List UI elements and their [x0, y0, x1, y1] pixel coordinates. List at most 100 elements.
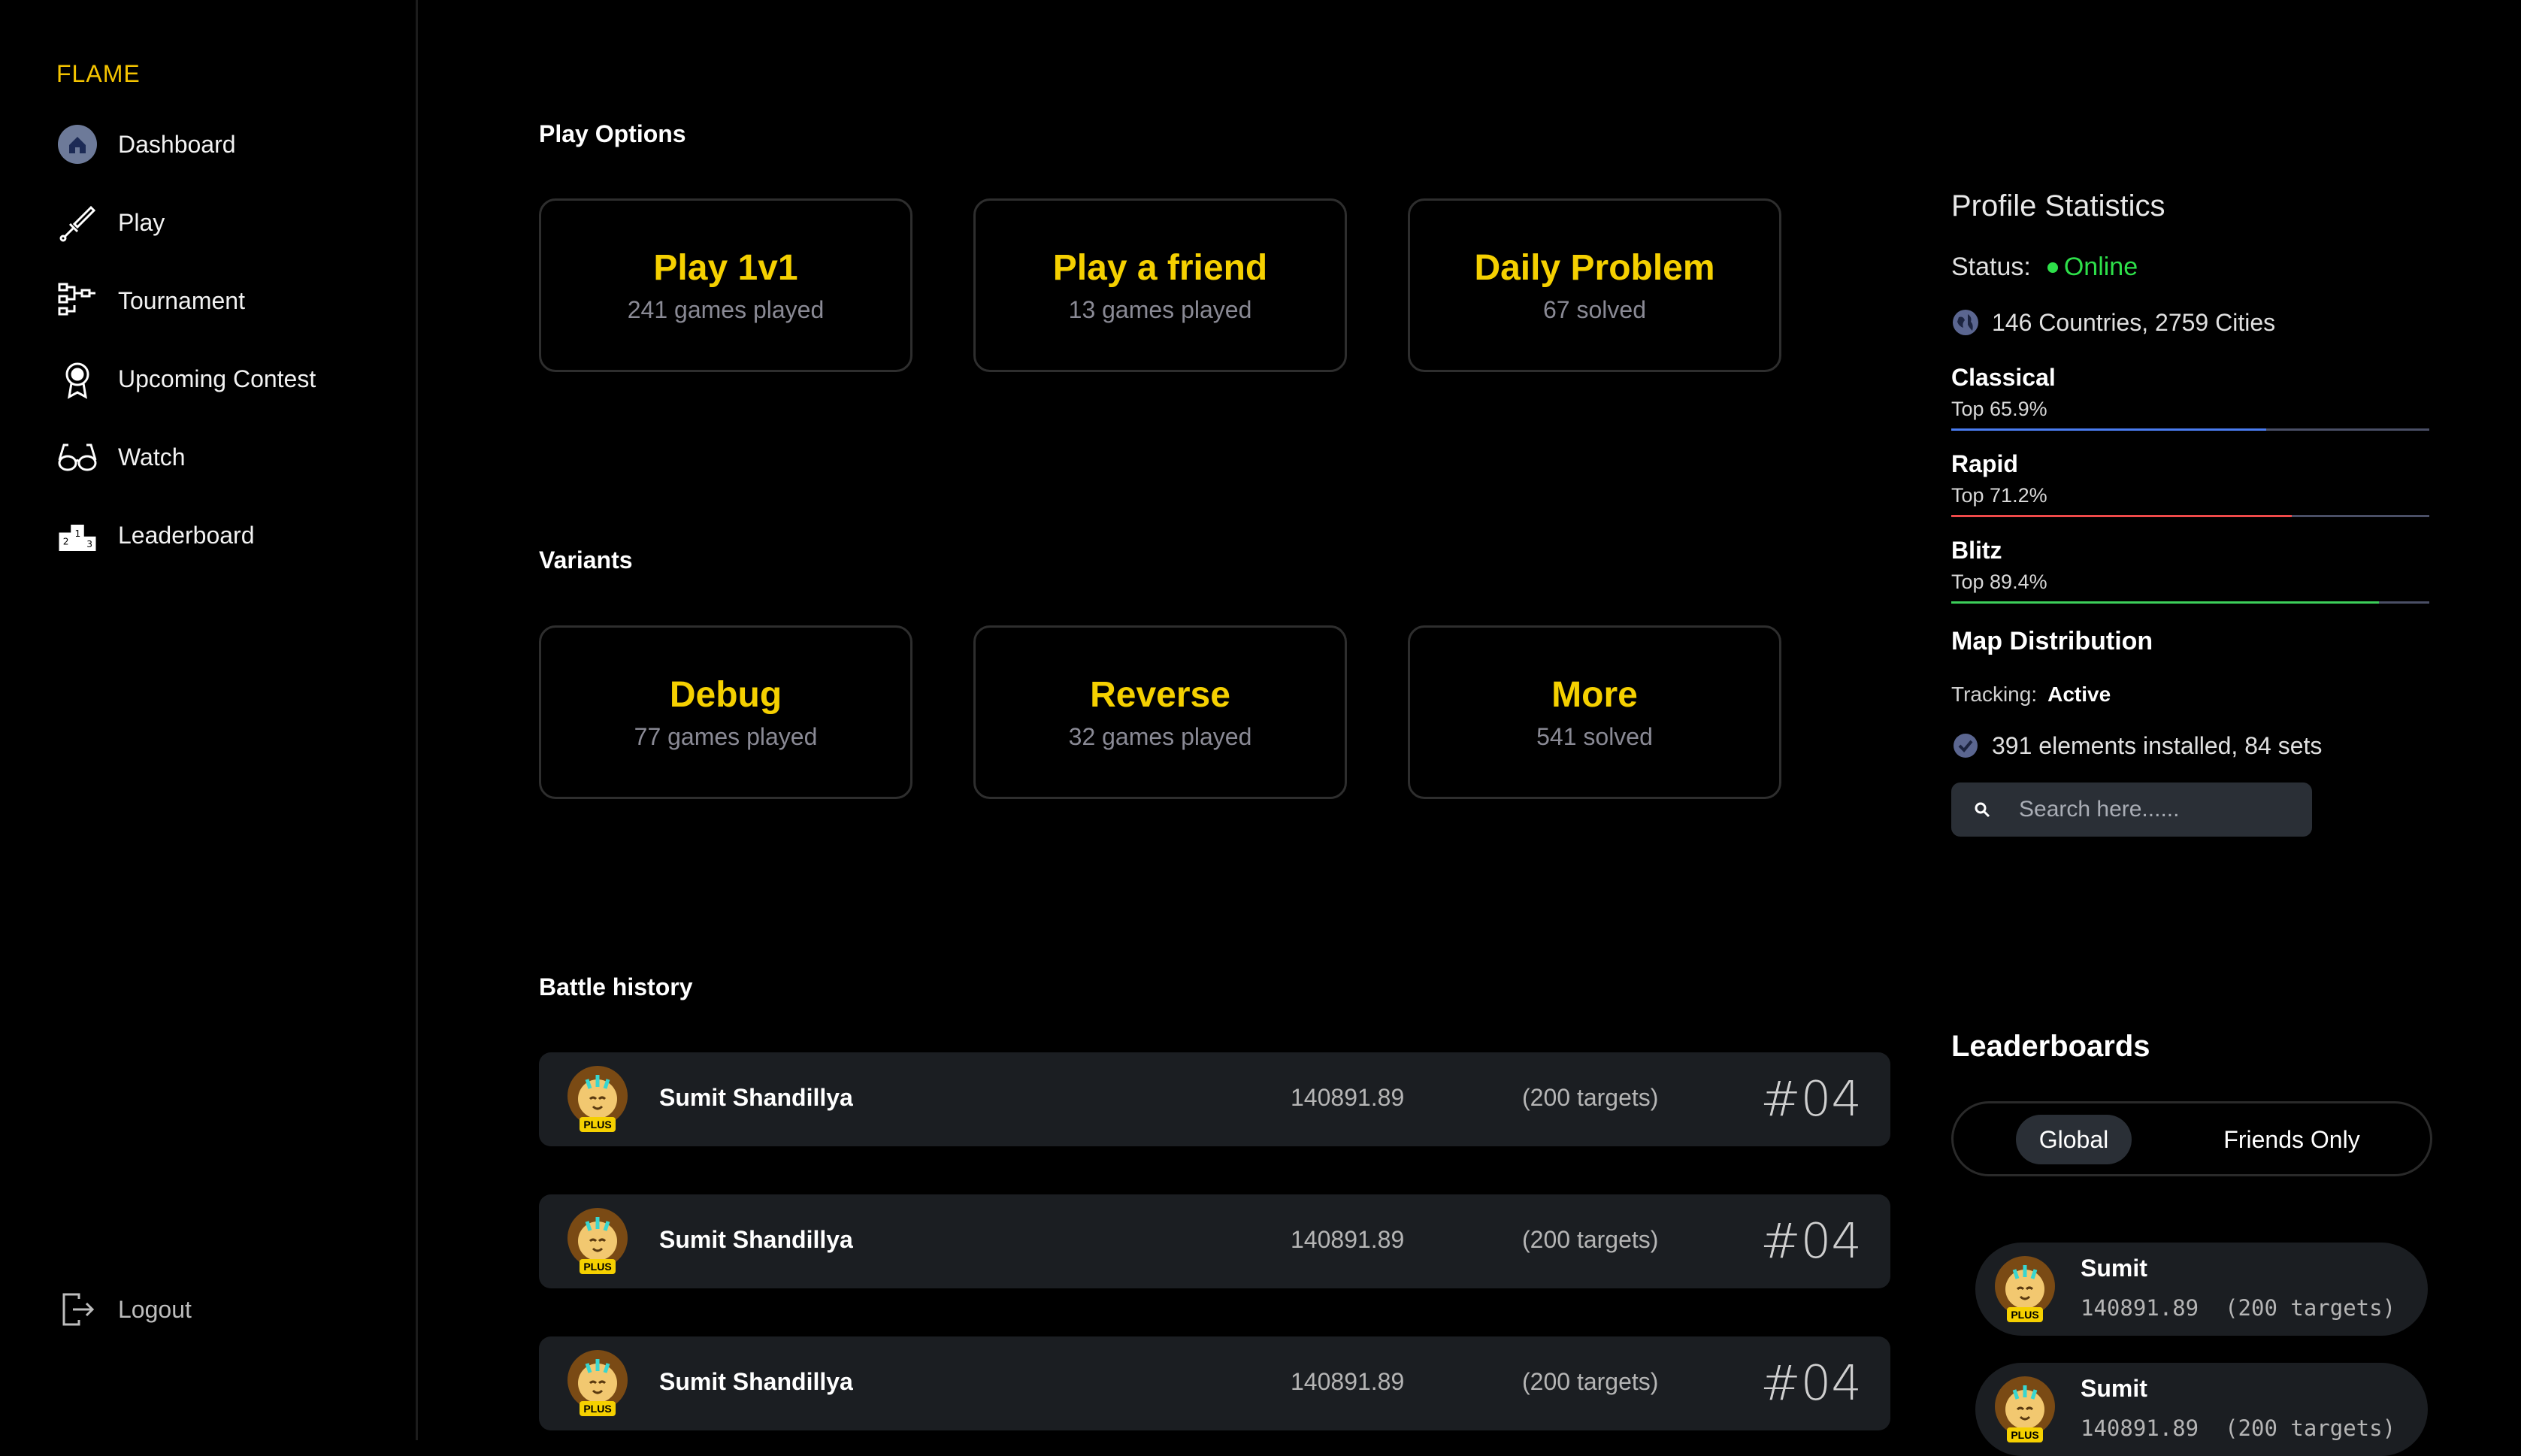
tracking-row: Tracking: Active [1951, 683, 2111, 707]
sword-icon [56, 201, 98, 244]
profile-statistics-title: Profile Statistics [1951, 189, 2165, 222]
status-label: Status: [1951, 253, 2031, 281]
card-title: More [1551, 674, 1638, 715]
player-rank: #04 [1760, 1072, 1862, 1128]
leaderboard-tabs: Global Friends Only [1951, 1101, 2432, 1176]
player-score: 140891.89 [1291, 1226, 1405, 1253]
online-dot-icon [2047, 262, 2058, 273]
card-subtitle: 13 games played [1068, 295, 1252, 323]
avatar: PLUS [567, 1208, 628, 1274]
avatar-badge-text: PLUS [2011, 1309, 2038, 1321]
avatar: PLUS [567, 1066, 628, 1132]
player-stats: 140891.89 (200 targets) [2081, 1295, 2395, 1321]
logout-label: Logout [118, 1295, 192, 1323]
stat-progress-fill [1951, 515, 2292, 517]
brand-logo[interactable]: FLAME [56, 60, 141, 88]
home-icon [56, 123, 98, 165]
tracking-value: Active [2047, 683, 2111, 706]
right-panel: Profile Statistics Status: Online 146 Co… [1951, 0, 2477, 1456]
avatar: PLUS [1995, 1376, 2055, 1442]
card-title: Play a friend [1052, 247, 1268, 288]
player-stats: 140891.89 (200 targets) [2081, 1415, 2395, 1441]
reverse-card[interactable]: Reverse 32 games played [973, 625, 1347, 799]
sidebar-item-label: Upcoming Contest [118, 365, 316, 392]
location-row: 146 Countries, 2759 Cities [1951, 308, 2275, 337]
search-input[interactable] [2019, 797, 2305, 822]
status-row: Status: Online [1951, 253, 2138, 282]
avatar-badge-text: PLUS [583, 1118, 611, 1131]
player-targets: (200 targets) [2225, 1295, 2396, 1321]
player-rank: #04 [1760, 1356, 1862, 1412]
glasses-icon [56, 436, 98, 478]
check-badge-icon [1954, 734, 1978, 758]
player-name: Sumit Shandillya [659, 1084, 853, 1111]
stat-top: Top 71.2% [1951, 484, 2047, 507]
card-title: Reverse [1090, 674, 1230, 715]
card-subtitle: 541 solved [1536, 722, 1653, 750]
battle-row[interactable]: PLUS Sumit Shandillya 140891.89 (200 tar… [539, 1052, 1890, 1146]
card-subtitle: 77 games played [634, 722, 818, 750]
card-title: Debug [669, 674, 782, 715]
stat-progress-fill [1951, 601, 2379, 604]
podium-icon: 213 [56, 514, 98, 556]
tracking-label: Tracking: [1951, 683, 2038, 706]
battle-row[interactable]: PLUS Sumit Shandillya 140891.89 (200 tar… [539, 1336, 1890, 1430]
elements-row: 391 elements installed, 84 sets [1951, 731, 2322, 760]
sidebar-item-label: Dashboard [118, 130, 236, 158]
leaderboard-entry[interactable]: PLUS Sumit 140891.89 (200 targets) [1975, 1363, 2428, 1456]
player-name: Sumit [2081, 1255, 2147, 1282]
stat-name: Blitz [1951, 537, 2002, 564]
player-name: Sumit [2081, 1375, 2147, 1402]
sidebar-item-dashboard[interactable]: Dashboard [56, 118, 236, 171]
player-score: 140891.89 [1291, 1368, 1405, 1395]
stat-progress [1951, 515, 2429, 517]
player-targets: (200 targets) [2225, 1415, 2396, 1441]
player-name: Sumit Shandillya [659, 1368, 853, 1395]
leaderboard-entry[interactable]: PLUS Sumit 140891.89 (200 targets) [1975, 1243, 2428, 1336]
play-a-friend-card[interactable]: Play a friend 13 games played [973, 198, 1347, 372]
sidebar-item-label: Play [118, 208, 165, 236]
avatar-badge-text: PLUS [583, 1261, 611, 1273]
card-subtitle: 241 games played [627, 295, 825, 323]
card-subtitle: 67 solved [1543, 295, 1646, 323]
sidebar: FLAME Dashboard Play Tournament Upcoming… [0, 0, 418, 1440]
logout-button[interactable]: Logout [56, 1287, 192, 1332]
avatar-badge-text: PLUS [2011, 1429, 2038, 1441]
sidebar-item-tournament[interactable]: Tournament [56, 274, 245, 327]
status-value: Online [2063, 253, 2138, 281]
sidebar-item-watch[interactable]: Watch [56, 431, 186, 483]
stat-progress [1951, 428, 2429, 431]
logout-icon [56, 1288, 98, 1330]
play-1v1-card[interactable]: Play 1v1 241 games played [539, 198, 912, 372]
debug-card[interactable]: Debug 77 games played [539, 625, 912, 799]
avatar: PLUS [1995, 1256, 2055, 1322]
sidebar-item-upcoming-contest[interactable]: Upcoming Contest [56, 353, 316, 405]
avatar-badge-text: PLUS [583, 1403, 611, 1415]
play-options-title: Play Options [539, 120, 686, 147]
sidebar-item-label: Tournament [118, 286, 245, 314]
tab-global[interactable]: Global [2016, 1115, 2132, 1164]
sidebar-item-label: Leaderboard [118, 521, 255, 549]
bracket-icon [56, 280, 98, 322]
player-score: 140891.89 [2081, 1295, 2199, 1321]
award-icon [56, 358, 98, 400]
tab-friends-only[interactable]: Friends Only [2202, 1115, 2382, 1164]
svg-text:1: 1 [75, 528, 81, 539]
player-targets: (200 targets) [1522, 1368, 1659, 1395]
player-name: Sumit Shandillya [659, 1226, 853, 1253]
svg-text:2: 2 [63, 536, 69, 546]
more-card[interactable]: More 541 solved [1408, 625, 1781, 799]
sidebar-item-play[interactable]: Play [56, 196, 165, 249]
daily-problem-card[interactable]: Daily Problem 67 solved [1408, 198, 1781, 372]
card-subtitle: 32 games played [1068, 722, 1252, 750]
sidebar-item-label: Watch [118, 443, 186, 471]
battle-row[interactable]: PLUS Sumit Shandillya 140891.89 (200 tar… [539, 1194, 1890, 1288]
sidebar-item-leaderboard[interactable]: 213 Leaderboard [56, 509, 254, 562]
stat-blitz: Blitz Top 89.4% [1951, 537, 2429, 604]
player-targets: (200 targets) [1522, 1084, 1659, 1111]
stat-top: Top 65.9% [1951, 398, 2047, 420]
leaderboards-title: Leaderboards [1951, 1030, 2150, 1063]
player-targets: (200 targets) [1522, 1226, 1659, 1253]
search-bar[interactable] [1951, 782, 2312, 837]
svg-text:3: 3 [86, 539, 92, 549]
